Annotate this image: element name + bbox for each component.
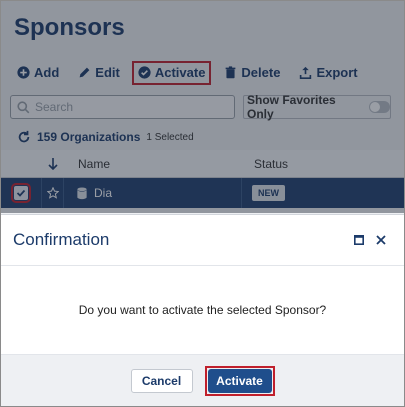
page-title: Sponsors — [14, 14, 125, 41]
refresh-icon[interactable] — [17, 130, 31, 144]
row-favorite-cell — [42, 178, 64, 208]
confirmation-dialog: Confirmation Do you want to activate the… — [1, 214, 404, 406]
row-select-cell — [1, 178, 42, 208]
trash-icon — [226, 66, 236, 79]
plus-circle-icon — [17, 66, 30, 79]
dialog-footer: Cancel Activate — [1, 354, 404, 406]
dialog-header-actions — [354, 235, 404, 245]
row-name: Dia — [94, 186, 113, 200]
summary-row: 159 Organizations 1 Selected — [1, 124, 404, 150]
export-label: Export — [316, 65, 358, 80]
add-button[interactable]: Add — [15, 61, 61, 85]
arrow-down-icon — [48, 157, 58, 170]
activate-confirm-highlight: Activate — [204, 365, 275, 396]
database-icon — [77, 186, 87, 199]
dialog-body: Do you want to activate the selected Spo… — [1, 266, 404, 354]
row-name-cell: Dia — [64, 178, 242, 208]
close-icon[interactable] — [376, 235, 386, 245]
edit-label: Edit — [95, 65, 120, 80]
activate-confirm-button[interactable]: Activate — [207, 368, 272, 393]
search-row: Search Show Favorites Only — [1, 90, 404, 124]
export-icon — [300, 66, 312, 79]
selected-count: 1 Selected — [146, 131, 194, 143]
sort-column-header[interactable] — [42, 150, 64, 178]
maximize-icon[interactable] — [354, 235, 364, 245]
delete-button[interactable]: Delete — [222, 61, 282, 85]
status-column-label: Status — [254, 156, 289, 171]
favorites-label: Show Favorites Only — [247, 93, 336, 121]
edit-button[interactable]: Edit — [76, 61, 122, 85]
favorites-filter: Show Favorites Only — [243, 93, 391, 121]
row-checkbox[interactable] — [11, 183, 31, 203]
status-column-header[interactable]: Status — [242, 150, 288, 178]
star-icon[interactable] — [46, 187, 59, 199]
table-header: Name Status — [1, 150, 404, 178]
activate-button[interactable]: Activate — [131, 60, 212, 85]
dialog-header: Confirmation — [1, 215, 404, 266]
name-column-label: Name — [78, 156, 111, 171]
checkmark-icon — [16, 189, 26, 197]
dialog-title: Confirmation — [13, 230, 110, 249]
toolbar: Add Edit Activate Delete Export — [1, 55, 404, 90]
status-badge: NEW — [252, 185, 285, 201]
check-circle-icon — [138, 66, 151, 79]
cancel-button[interactable]: Cancel — [130, 368, 193, 393]
pencil-icon — [79, 67, 90, 78]
row-status-cell: NEW — [242, 178, 285, 208]
dialog-message: Do you want to activate the selected Spo… — [78, 303, 327, 317]
activate-label: Activate — [154, 65, 206, 80]
delete-label: Delete — [241, 65, 281, 80]
search-placeholder: Search — [35, 100, 74, 114]
export-button[interactable]: Export — [297, 61, 359, 85]
select-column-header — [1, 150, 42, 178]
search-input[interactable]: Search — [10, 95, 235, 119]
name-column-header[interactable]: Name — [64, 150, 242, 178]
title-bar: Sponsors — [1, 1, 404, 55]
organization-count: 159 Organizations — [37, 130, 141, 144]
search-icon — [17, 100, 30, 113]
add-label: Add — [34, 65, 60, 80]
table-row[interactable]: Dia NEW — [1, 178, 404, 208]
favorites-toggle[interactable] — [368, 101, 390, 113]
